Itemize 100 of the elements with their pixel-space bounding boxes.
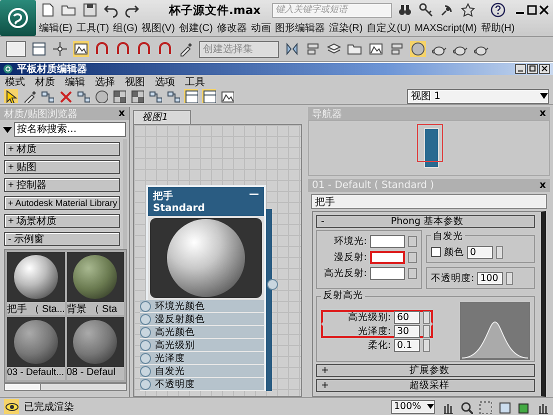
close-button[interactable]: x (540, 108, 546, 119)
menu-item[interactable]: 组(G) (113, 21, 138, 35)
nodes-icon[interactable] (166, 89, 180, 103)
select-icon[interactable] (4, 89, 18, 103)
dropdown[interactable] (6, 41, 26, 57)
layout-icon[interactable] (31, 41, 47, 57)
menu-item[interactable]: 编辑(E) (39, 21, 72, 35)
viewport-frame[interactable] (417, 124, 443, 162)
eye-icon[interactable] (4, 399, 19, 414)
menu-item[interactable]: 模式 (5, 74, 25, 88)
frame-icon[interactable] (497, 400, 511, 414)
input-socket[interactable] (140, 300, 151, 312)
binoculars-icon[interactable] (396, 2, 413, 18)
menu-item[interactable]: 创建(C) (178, 21, 213, 35)
render-icon[interactable] (73, 41, 89, 57)
align-icon[interactable] (305, 41, 321, 57)
menu-item[interactable]: 选项 (155, 74, 175, 88)
color-swatch[interactable] (370, 234, 405, 248)
menu-item[interactable]: MAXScript(M) (414, 22, 477, 34)
scrollbar[interactable] (4, 383, 127, 391)
material-name-field[interactable]: 把手 (311, 194, 547, 209)
minimize-icon[interactable] (515, 64, 526, 74)
navigator-view[interactable] (308, 120, 550, 176)
render-icon[interactable] (368, 41, 384, 57)
eyedropper-icon[interactable] (178, 41, 194, 57)
zoom-icon[interactable] (459, 400, 473, 414)
menu-item[interactable]: 图形编辑器 (274, 21, 325, 35)
maximize-icon[interactable] (527, 5, 537, 15)
menu-item[interactable]: 帮助(H) (480, 21, 515, 35)
input-socket[interactable] (140, 366, 151, 376)
input-socket[interactable] (140, 352, 151, 364)
menu-item[interactable]: 工具(T) (76, 21, 110, 35)
swatch-preview[interactable] (66, 252, 124, 302)
input-socket[interactable] (140, 314, 151, 324)
new-file-icon[interactable] (40, 2, 56, 18)
group-header[interactable]: + 控制器 (4, 178, 120, 192)
rollout-header[interactable]: + 超级采样 (316, 379, 535, 392)
group-header[interactable]: + 贴图 (4, 160, 120, 174)
spinner[interactable] (423, 338, 430, 352)
menu-item[interactable]: 视图 (125, 74, 145, 88)
key-icon[interactable] (418, 2, 434, 18)
close-icon[interactable] (539, 64, 550, 74)
menu-item[interactable]: 渲染(R) (328, 21, 363, 35)
close-button[interactable]: x (118, 108, 125, 119)
help-icon[interactable] (490, 2, 506, 18)
input-socket[interactable] (140, 378, 151, 390)
number-field[interactable]: 0 (467, 246, 493, 258)
eyedropper-icon[interactable] (22, 89, 36, 103)
number-field[interactable]: 60 (394, 310, 420, 324)
move-icon[interactable] (52, 41, 68, 57)
nodes-icon[interactable] (40, 89, 54, 103)
number-field[interactable]: 0.1 (394, 338, 420, 352)
group-header[interactable]: + 材质 (4, 142, 120, 156)
render-icon[interactable] (220, 89, 234, 103)
close-button[interactable]: x (540, 180, 546, 191)
color-swatch[interactable] (370, 266, 405, 280)
node-header[interactable]: 把手 — Standard (148, 187, 264, 216)
layout-icon[interactable] (202, 89, 216, 103)
mirror-icon[interactable] (284, 41, 300, 57)
nodes-icon[interactable] (76, 89, 90, 103)
swatch-preview[interactable] (7, 252, 64, 302)
menu-item[interactable]: 动画 (250, 21, 271, 35)
spinner[interactable] (423, 310, 430, 324)
spinner[interactable] (506, 272, 514, 284)
output-socket[interactable] (267, 279, 278, 290)
search-field[interactable]: 按名称搜索... (14, 122, 126, 137)
search-field[interactable]: 键入关键字或短语 (272, 2, 392, 18)
input-socket[interactable] (140, 340, 151, 350)
layout-icon[interactable] (184, 89, 198, 103)
group-header[interactable]: - 示例窗 (4, 232, 120, 246)
caret-icon[interactable] (3, 126, 12, 132)
align-icon[interactable] (389, 41, 405, 57)
menu-item[interactable]: 材质 (35, 74, 55, 88)
menu-item[interactable]: 视图(V) (142, 21, 175, 35)
checker-icon[interactable] (112, 89, 126, 103)
zoom-dropdown[interactable]: 100% (391, 400, 435, 414)
app-logo[interactable] (0, 0, 36, 36)
nodes-icon[interactable] (148, 89, 162, 103)
save-icon[interactable] (82, 2, 98, 18)
rollout-header[interactable]: + 扩展参数 (316, 364, 535, 377)
menu-item[interactable]: 自定义(U) (366, 21, 411, 35)
star-icon[interactable] (460, 2, 476, 18)
menu-item[interactable]: 选择 (95, 74, 115, 88)
spinner[interactable] (496, 246, 503, 258)
checker-icon[interactable] (130, 89, 144, 103)
menu-item[interactable]: 工具 (185, 74, 205, 88)
rollout-header[interactable]: - Phong 基本参数 (316, 215, 535, 228)
menu-item[interactable]: 修改器 (216, 21, 247, 35)
group-header[interactable]: + 场景材质 (4, 214, 120, 228)
collapse-button[interactable]: — (249, 189, 259, 203)
sphere-icon[interactable] (410, 41, 426, 57)
swatch-preview[interactable] (66, 317, 124, 367)
checkbox[interactable] (431, 247, 441, 257)
number-field[interactable]: 100 (477, 272, 504, 284)
view-dropdown[interactable]: 视图 1 (407, 88, 549, 104)
number-field[interactable]: 30 (394, 324, 420, 338)
menu-item[interactable]: 编辑 (65, 74, 85, 88)
region-icon[interactable] (478, 400, 492, 414)
group-header[interactable]: + Autodesk Material Library (4, 196, 120, 210)
maximize-icon[interactable] (527, 64, 538, 74)
